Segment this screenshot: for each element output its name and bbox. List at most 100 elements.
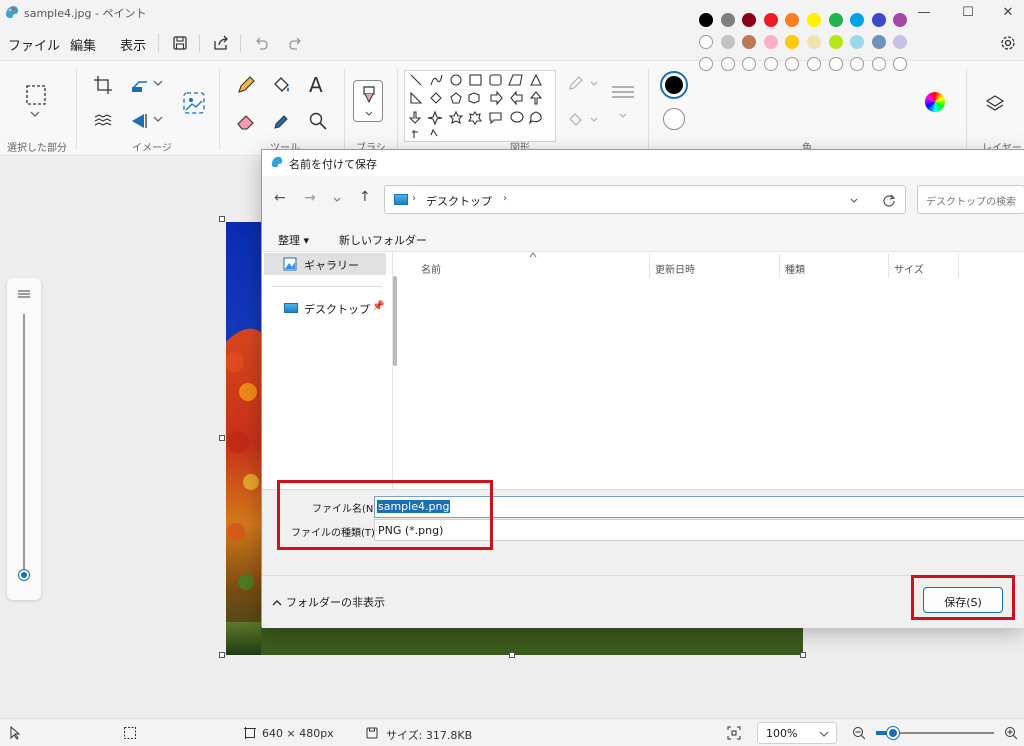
dialog-footer: フォルダーの非表示 保存(S) xyxy=(262,575,1024,628)
hide-folders-toggle[interactable]: フォルダーの非表示 xyxy=(272,594,385,610)
undo-icon[interactable] xyxy=(252,34,270,52)
group-divider xyxy=(966,69,967,149)
maximize-button[interactable]: ☐ xyxy=(948,0,988,24)
text-tool-icon[interactable]: A xyxy=(309,73,329,97)
nav-item-gallery[interactable]: ギャラリー xyxy=(264,253,386,275)
minimize-button[interactable]: — xyxy=(904,0,944,24)
custom-color-slot[interactable] xyxy=(720,57,735,71)
resize-icon[interactable] xyxy=(130,75,150,95)
color-swatch[interactable] xyxy=(871,35,886,49)
chevron-down-icon[interactable] xyxy=(589,79,599,89)
custom-color-slot[interactable] xyxy=(828,57,843,71)
eraser-icon[interactable] xyxy=(236,111,256,131)
chevron-down-icon[interactable] xyxy=(618,111,628,121)
new-folder-button[interactable]: 新しいフォルダー xyxy=(339,232,427,248)
select-rectangle-icon[interactable] xyxy=(26,85,46,105)
refresh-icon[interactable] xyxy=(882,193,896,207)
share-icon[interactable] xyxy=(212,34,230,52)
column-header-type[interactable]: 種類 xyxy=(785,261,805,276)
settings-gear-icon[interactable] xyxy=(999,34,1017,52)
save-icon[interactable] xyxy=(171,34,189,52)
selection-size-icon xyxy=(124,727,136,739)
resize-handle[interactable] xyxy=(800,652,806,658)
zoom-out-icon[interactable] xyxy=(852,726,866,740)
chevron-down-icon[interactable] xyxy=(28,107,42,121)
custom-color-slot[interactable] xyxy=(699,57,713,71)
column-header-modified[interactable]: 更新日時 xyxy=(655,261,695,276)
column-header-size[interactable]: サイズ xyxy=(894,261,924,276)
color-swatch[interactable] xyxy=(763,35,778,49)
chevron-down-icon xyxy=(819,731,829,737)
vertical-slider-track[interactable] xyxy=(23,314,25,572)
resize-handle[interactable] xyxy=(509,652,515,658)
redo-icon[interactable] xyxy=(287,34,305,52)
color-swatch[interactable] xyxy=(807,13,821,27)
group-label-image: イメージ xyxy=(132,143,172,154)
resize-handle[interactable] xyxy=(219,435,225,441)
resize-handle[interactable] xyxy=(219,216,225,222)
up-arrow-icon[interactable]: ↑ xyxy=(359,189,371,205)
color-swatch[interactable] xyxy=(720,13,735,27)
shapes-gallery[interactable] xyxy=(404,70,556,142)
shape-fill-icon[interactable] xyxy=(567,111,585,129)
organize-label: 整理 xyxy=(278,234,300,247)
pin-icon: 📌 xyxy=(372,301,385,312)
custom-color-slot[interactable] xyxy=(807,57,821,71)
zoom-in-icon[interactable] xyxy=(1004,726,1018,740)
magnifier-icon[interactable] xyxy=(308,111,328,131)
color-swatch[interactable] xyxy=(699,13,713,27)
color-swatch[interactable] xyxy=(699,35,713,49)
color-swatch[interactable] xyxy=(807,35,821,49)
address-field[interactable]: › デスクトップ › xyxy=(384,185,906,214)
organize-button[interactable]: 整理 ▾ xyxy=(278,232,309,248)
chevron-down-icon[interactable] xyxy=(589,115,599,125)
custom-color-slot[interactable] xyxy=(871,57,886,71)
image-adjust-icon[interactable] xyxy=(93,111,113,131)
close-button[interactable]: ✕ xyxy=(988,0,1024,24)
nav-item-desktop[interactable]: デスクトップ 📌 xyxy=(264,297,386,319)
forward-arrow-icon[interactable]: → xyxy=(304,190,316,206)
fit-to-window-icon[interactable] xyxy=(727,726,741,740)
desktop-folder-icon xyxy=(394,194,408,205)
chevron-down-icon[interactable] xyxy=(152,77,164,89)
brush-selector-button[interactable] xyxy=(353,80,383,122)
close-icon: ✕ xyxy=(1002,4,1014,20)
zoom-select[interactable]: 100% xyxy=(757,722,837,744)
vertical-slider-thumb[interactable] xyxy=(19,570,29,580)
color-swatch[interactable] xyxy=(828,13,843,27)
nav-label-desktop: デスクトップ xyxy=(304,303,370,316)
maximize-icon: ☐ xyxy=(962,4,974,20)
zoom-slider-track[interactable] xyxy=(876,727,994,739)
resize-handle[interactable] xyxy=(219,652,225,658)
layers-icon[interactable] xyxy=(985,93,1005,113)
pencil-icon[interactable] xyxy=(236,75,256,95)
custom-color-slot[interactable] xyxy=(763,57,778,71)
color-swatch[interactable] xyxy=(720,35,735,49)
shape-outline-icon[interactable] xyxy=(567,75,585,93)
back-arrow-icon[interactable]: ← xyxy=(274,190,286,206)
fill-bucket-icon[interactable] xyxy=(272,75,292,95)
edit-colors-icon[interactable] xyxy=(925,92,945,112)
crop-icon[interactable] xyxy=(93,75,113,95)
menu-view[interactable]: 表示 xyxy=(120,35,146,54)
rotate-icon[interactable] xyxy=(130,111,150,131)
color-swatch[interactable] xyxy=(763,13,778,27)
secondary-color-swatch[interactable] xyxy=(663,108,685,130)
chevron-down-icon[interactable] xyxy=(152,113,164,125)
color-picker-icon[interactable] xyxy=(272,111,292,131)
line-width-icon[interactable] xyxy=(610,83,636,105)
zoom-slider-thumb[interactable] xyxy=(886,727,899,739)
brush-size-icon xyxy=(18,290,30,298)
primary-color-button[interactable] xyxy=(660,71,688,99)
menu-file[interactable]: ファイル xyxy=(8,35,60,54)
chevron-down-icon[interactable] xyxy=(849,196,859,206)
search-field[interactable]: デスクトップの検索 xyxy=(917,185,1024,214)
column-header-name[interactable]: 名前 xyxy=(421,261,441,276)
color-swatch[interactable] xyxy=(828,35,843,49)
chevron-down-icon[interactable] xyxy=(332,195,342,205)
color-swatch[interactable] xyxy=(871,13,886,27)
nav-scrollbar[interactable] xyxy=(393,276,397,366)
image-generate-icon[interactable] xyxy=(182,91,206,115)
menu-edit[interactable]: 編集 xyxy=(70,35,96,54)
breadcrumb-desktop[interactable]: デスクトップ xyxy=(426,193,492,209)
